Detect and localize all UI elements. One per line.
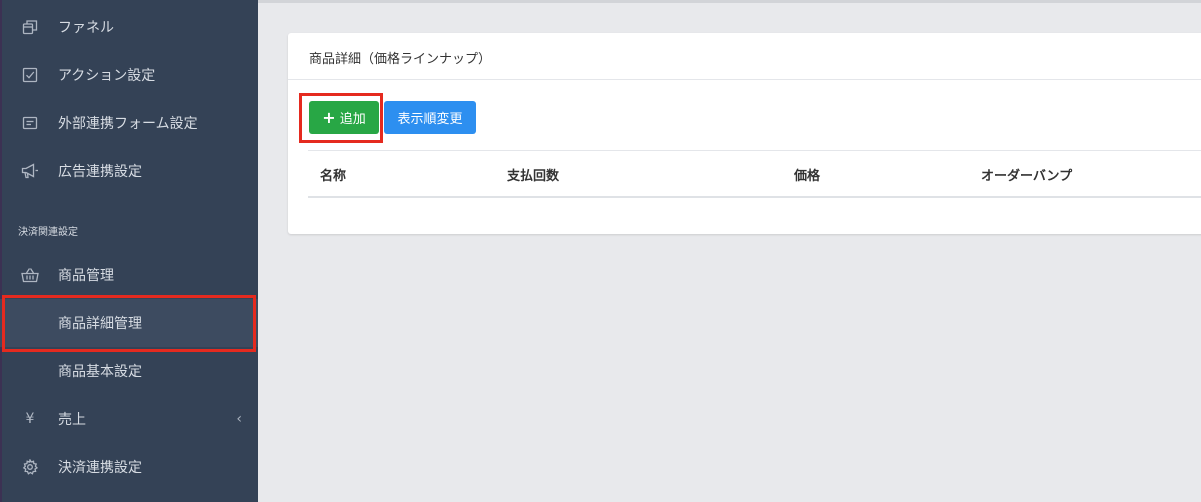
sidebar-item-payment-integration[interactable]: 決済連携設定 (0, 443, 258, 491)
sidebar-item-label: 商品管理 (58, 268, 114, 284)
sidebar-item-label: 決済連携設定 (58, 460, 142, 476)
column-header-price: 価格 (794, 169, 821, 184)
chevron-left-icon: ‹ (236, 411, 242, 427)
sidebar-item-ad-settings[interactable]: 広告連携設定 (0, 147, 258, 195)
sidebar-item-action-settings[interactable]: アクション設定 (0, 51, 258, 99)
sidebar-item-funnel[interactable]: ファネル (0, 3, 258, 51)
sidebar-item-label: 商品基本設定 (58, 364, 142, 380)
sidebar-item-label: アクション設定 (58, 68, 156, 84)
sidebar-item-sales[interactable]: ¥ 売上 ‹ (0, 395, 258, 443)
sidebar-item-label: 広告連携設定 (58, 164, 142, 180)
change-order-button-label: 表示順変更 (397, 112, 463, 127)
column-header-payment-count: 支払回数 (507, 169, 560, 184)
sidebar-item-product-management[interactable]: 商品管理 (0, 251, 258, 299)
sidebar-item-external-form[interactable]: 外部連携フォーム設定 (0, 99, 258, 147)
checkbox-icon (20, 65, 40, 85)
card-title: 商品詳細（価格ラインナップ） (309, 52, 492, 67)
change-order-button[interactable]: 表示順変更 (384, 101, 476, 134)
sidebar-item-label: 外部連携フォーム設定 (58, 116, 198, 132)
sidebar: ファネル アクション設定 外部連携フォーム設定 広告連携設定 決済関連設定 商品… (0, 0, 258, 502)
sidebar-item-label: ファネル (58, 20, 114, 36)
funnel-copy-icon (20, 17, 40, 37)
section-header-payment: 決済関連設定 (18, 227, 78, 238)
table-header-divider (308, 196, 1201, 198)
add-button-label: 追加 (339, 112, 366, 127)
table-divider (308, 150, 1201, 151)
megaphone-icon (20, 161, 40, 181)
sidebar-item-product-basic-settings[interactable]: 商品基本設定 (0, 347, 258, 395)
sidebar-item-label: 商品詳細管理 (58, 316, 142, 332)
top-divider (258, 0, 1201, 3)
basket-icon (20, 265, 40, 285)
form-icon (20, 113, 40, 133)
plus-icon: + (322, 108, 336, 127)
gear-icon (20, 457, 40, 477)
yen-icon: ¥ (25, 411, 35, 427)
column-header-name: 名称 (320, 169, 347, 184)
sidebar-item-product-detail-management[interactable]: 商品詳細管理 (0, 299, 258, 347)
product-detail-card: 商品詳細（価格ラインナップ） + 追加 表示順変更 名称 支払回数 価格 オーダ… (288, 33, 1201, 234)
sidebar-item-label: 売上 (58, 412, 86, 428)
card-header: 商品詳細（価格ラインナップ） (288, 33, 1201, 80)
add-button[interactable]: + 追加 (309, 101, 379, 134)
column-header-order-bump: オーダーバンプ (981, 169, 1073, 184)
